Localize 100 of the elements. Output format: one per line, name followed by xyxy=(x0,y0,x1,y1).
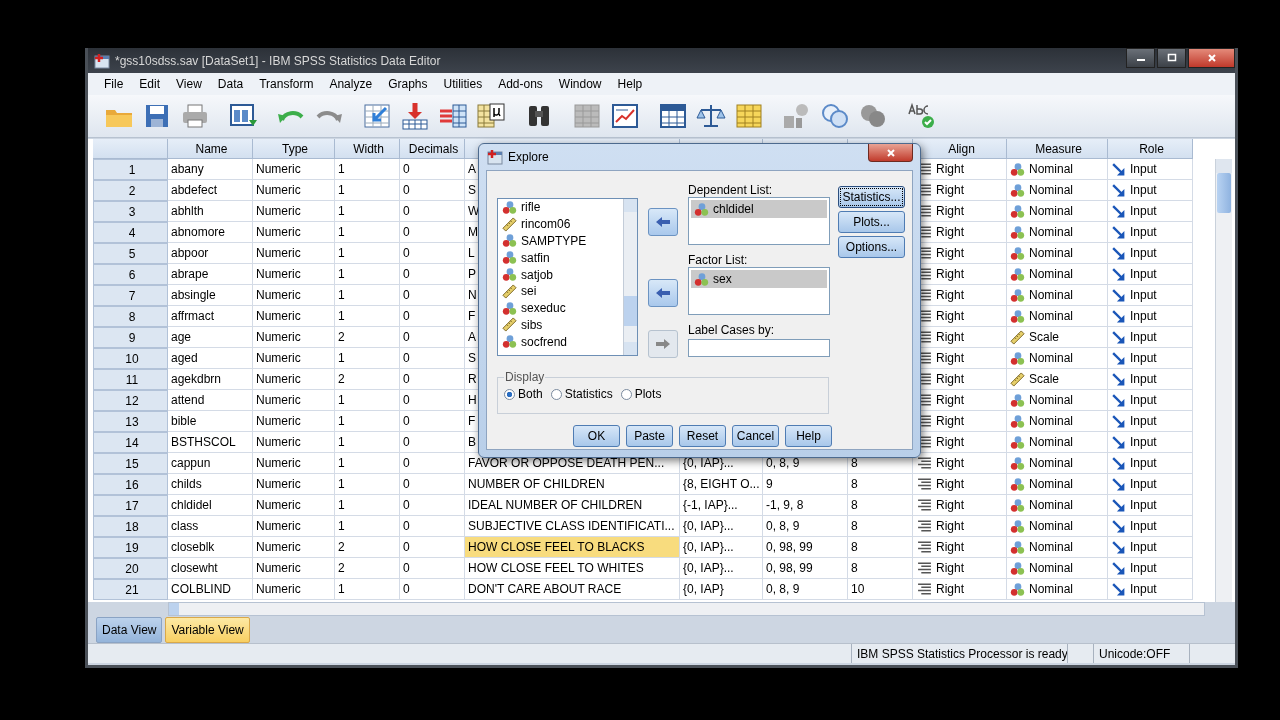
table-cell: 0 xyxy=(400,201,465,222)
down-arrow-table-icon[interactable] xyxy=(400,102,430,130)
row-number[interactable]: 1 xyxy=(93,159,168,180)
close-button[interactable] xyxy=(868,144,913,162)
column-header[interactable]: Width xyxy=(335,139,400,159)
dialog-button[interactable]: Options... xyxy=(838,236,905,258)
list-item[interactable]: sex xyxy=(713,272,732,286)
row-number[interactable]: 16 xyxy=(93,474,168,495)
print-icon[interactable] xyxy=(180,102,210,130)
variable-list[interactable]: rifle rincom06 SAMPTYPE satfin satjob sei sexeduc sibs socfrend xyxy=(497,198,638,356)
nominal-icon xyxy=(1010,224,1025,240)
table-cell: Nominal xyxy=(1029,477,1073,491)
row-number[interactable]: 21 xyxy=(93,579,168,600)
radio-button[interactable] xyxy=(550,388,562,400)
table-cell: Input xyxy=(1130,435,1157,449)
radio-button[interactable] xyxy=(504,388,515,400)
row-number[interactable]: 20 xyxy=(93,558,168,579)
menu-item[interactable]: Window xyxy=(550,77,610,91)
menu-item[interactable]: View xyxy=(168,77,210,91)
table-cell: Nominal xyxy=(1029,561,1073,575)
list-item[interactable]: satfin xyxy=(521,250,550,265)
dependent-list[interactable]: chldidel xyxy=(688,197,830,245)
dialog-button[interactable]: Help xyxy=(785,425,832,447)
row-number[interactable]: 11 xyxy=(93,369,168,390)
close-button[interactable] xyxy=(1188,48,1235,68)
dialog-button[interactable]: OK xyxy=(573,425,620,447)
row-number[interactable]: 14 xyxy=(93,432,168,453)
vertical-scrollbar[interactable] xyxy=(1215,159,1232,602)
dialog-button[interactable]: Reset xyxy=(679,425,726,447)
balance-scale-icon[interactable] xyxy=(696,102,726,130)
row-number[interactable]: 2 xyxy=(93,180,168,201)
column-header[interactable]: Align xyxy=(913,139,1007,159)
list-scrollbar[interactable] xyxy=(623,199,637,355)
menu-item[interactable]: File xyxy=(96,77,132,91)
list-item[interactable]: socfrend xyxy=(521,334,568,349)
table-cell: 0 xyxy=(400,390,465,411)
table-icon[interactable] xyxy=(658,102,688,130)
table-cell: 1 xyxy=(335,579,400,600)
row-number[interactable]: 6 xyxy=(93,264,168,285)
menu-item[interactable]: Graphs xyxy=(380,77,436,91)
dialog-button[interactable]: Cancel xyxy=(732,425,779,447)
row-number[interactable]: 12 xyxy=(93,390,168,411)
grid-icon[interactable] xyxy=(572,102,602,130)
column-header[interactable]: Measure xyxy=(1007,139,1108,159)
circles-icon[interactable] xyxy=(820,102,850,130)
table-cell: {-1, IAP}... xyxy=(680,495,763,516)
table-cell: Nominal xyxy=(1029,435,1073,449)
spell-check-icon[interactable] xyxy=(906,102,936,130)
radio-button[interactable] xyxy=(620,388,632,400)
row-number[interactable]: 9 xyxy=(93,327,168,348)
menu-item[interactable]: Utilities xyxy=(435,77,491,91)
column-header[interactable]: Type xyxy=(253,139,335,159)
table-cell: Input xyxy=(1130,351,1157,365)
row-number[interactable]: 5 xyxy=(93,243,168,264)
list-item[interactable]: satjob xyxy=(521,267,554,282)
column-header[interactable]: Role xyxy=(1108,139,1193,159)
view-tab[interactable]: Data View xyxy=(96,616,163,643)
menu-item[interactable]: Data xyxy=(209,77,252,91)
move-button[interactable] xyxy=(648,279,678,307)
menu-item[interactable]: Transform xyxy=(251,77,322,91)
row-number[interactable]: 18 xyxy=(93,516,168,537)
dialog-button[interactable]: Paste xyxy=(626,425,673,447)
row-number[interactable]: 15 xyxy=(93,453,168,474)
menu-item[interactable]: Add-ons xyxy=(490,77,551,91)
menu-item[interactable]: Help xyxy=(609,77,651,91)
row-number[interactable]: 17 xyxy=(93,495,168,516)
maximize-button[interactable] xyxy=(1157,48,1186,68)
input-field[interactable] xyxy=(688,339,830,357)
close-icon xyxy=(885,147,896,158)
dialog-button[interactable]: Plots... xyxy=(838,211,905,233)
circles-icon[interactable] xyxy=(858,102,888,130)
radio-label[interactable]: Statistics xyxy=(564,387,613,401)
mu-table-icon[interactable] xyxy=(476,102,506,130)
columns-table-icon[interactable] xyxy=(438,102,468,130)
row-number[interactable]: 10 xyxy=(93,348,168,369)
row-number[interactable]: 4 xyxy=(93,222,168,243)
factor-list[interactable]: sex xyxy=(688,267,830,315)
radio-label[interactable]: Both xyxy=(518,387,543,401)
diagonal-arrow-icon xyxy=(1111,287,1126,303)
radio-label[interactable]: Plots xyxy=(634,387,662,401)
horizontal-scrollbar[interactable] xyxy=(168,602,1205,616)
dialog-button[interactable]: Statistics... xyxy=(838,186,905,208)
column-header[interactable]: Name xyxy=(168,139,253,159)
list-item[interactable]: rifle xyxy=(521,200,541,215)
column-header[interactable]: Decimals xyxy=(400,139,465,159)
menu-item[interactable]: Analyze xyxy=(321,77,381,91)
move-button[interactable] xyxy=(648,208,678,236)
menu-item[interactable]: Edit xyxy=(131,77,169,91)
row-number[interactable]: 7 xyxy=(93,285,168,306)
minimize-button[interactable] xyxy=(1126,48,1155,68)
row-number[interactable]: 19 xyxy=(93,537,168,558)
table-arrow-icon[interactable] xyxy=(362,102,392,130)
spreadsheet-icon[interactable] xyxy=(734,102,764,130)
chart-table-icon[interactable] xyxy=(610,102,640,130)
nominal-icon xyxy=(694,271,709,287)
row-number[interactable]: 3 xyxy=(93,201,168,222)
row-number[interactable]: 13 xyxy=(93,411,168,432)
view-tab[interactable]: Variable View xyxy=(165,616,250,643)
list-item[interactable]: sei xyxy=(521,284,537,299)
row-number[interactable]: 8 xyxy=(93,306,168,327)
